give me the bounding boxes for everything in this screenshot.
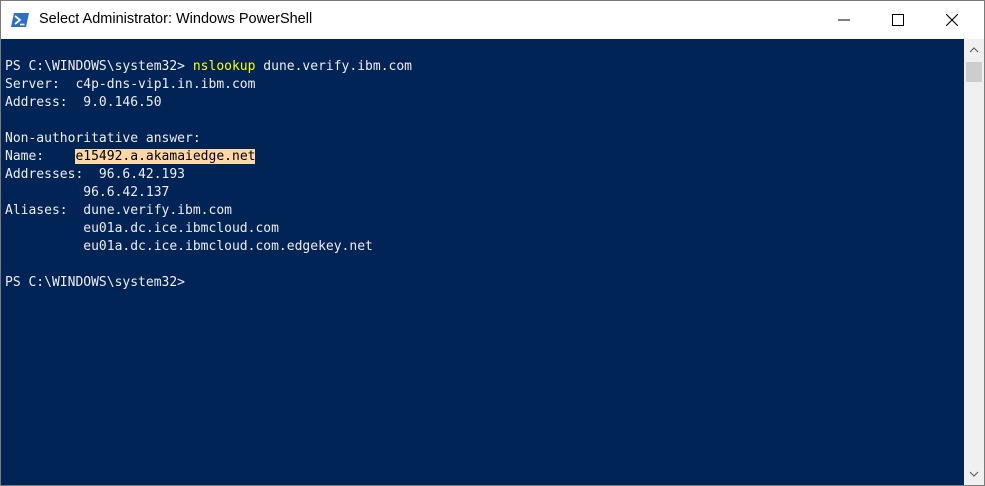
aliases-line-2: eu01a.dc.ice.ibmcloud.com xyxy=(5,221,279,236)
command-line: PS C:\WINDOWS\system32> nslookup dune.ve… xyxy=(5,58,412,76)
aliases-line: Aliases: dune.verify.ibm.com xyxy=(5,203,232,218)
name-line: Name: e15492.a.akamaiedge.net xyxy=(5,148,256,166)
vertical-scrollbar[interactable] xyxy=(964,39,984,485)
addresses-line-2: 96.6.42.137 xyxy=(5,185,170,200)
console-output[interactable]: PS C:\WINDOWS\system32> nslookup dune.ve… xyxy=(1,39,964,485)
nonauth-line: Non-authoritative answer: xyxy=(5,131,201,146)
close-button[interactable] xyxy=(929,1,975,39)
maximize-icon xyxy=(892,14,904,26)
command-name: nslookup xyxy=(192,59,256,74)
close-icon xyxy=(946,14,958,26)
powershell-window: Select Administrator: Windows PowerShell… xyxy=(0,0,985,486)
title-bar[interactable]: Select Administrator: Windows PowerShell xyxy=(1,1,984,39)
command-args: dune.verify.ibm.com xyxy=(255,59,413,74)
minimize-button[interactable] xyxy=(821,1,867,39)
chevron-down-icon xyxy=(969,471,979,477)
aliases-line-3: eu01a.dc.ice.ibmcloud.com.edgekey.net xyxy=(5,239,373,254)
address-line: Address: 9.0.146.50 xyxy=(5,95,162,110)
scroll-thumb[interactable] xyxy=(966,62,982,82)
server-line: Server: c4p-dns-vip1.in.ibm.com xyxy=(5,77,256,92)
addresses-line: Addresses: 96.6.42.193 xyxy=(5,167,186,182)
scroll-up-button[interactable] xyxy=(964,41,984,59)
powershell-icon xyxy=(11,12,29,28)
window-title: Select Administrator: Windows PowerShell xyxy=(39,11,313,27)
chevron-up-icon xyxy=(969,47,979,53)
selected-name-value[interactable]: e15492.a.akamaiedge.net xyxy=(75,149,256,164)
prompt-line: PS C:\WINDOWS\system32> xyxy=(5,275,186,290)
name-label: Name: xyxy=(5,149,76,164)
maximize-button[interactable] xyxy=(875,1,921,39)
minimize-icon xyxy=(838,19,850,21)
scroll-down-button[interactable] xyxy=(964,465,984,483)
prompt: PS C:\WINDOWS\system32> xyxy=(5,59,193,74)
